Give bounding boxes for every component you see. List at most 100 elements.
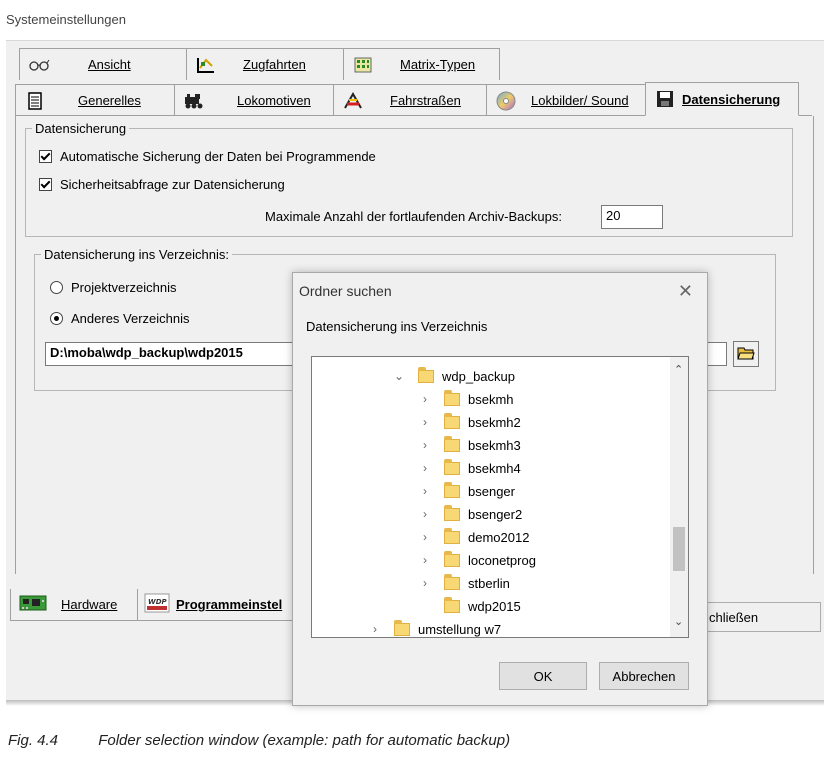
glasses-icon (28, 56, 50, 74)
chevron-right-icon[interactable]: › (370, 622, 380, 636)
radio-other-dir[interactable]: Anderes Verzeichnis (50, 311, 190, 326)
checkbox-checked[interactable] (39, 150, 52, 163)
group-title: Datensicherung (35, 121, 127, 136)
zugfahrten-icon (195, 56, 217, 74)
tree-item-label: loconetprog (468, 552, 536, 568)
tree-item[interactable]: › loconetprog (420, 549, 536, 571)
chevron-right-icon[interactable]: › (420, 392, 430, 406)
floppy-disk-icon (654, 90, 676, 108)
matrix-grid-icon (352, 56, 374, 74)
chevron-right-icon[interactable]: › (420, 530, 430, 544)
scroll-up-icon[interactable]: ⌃ (674, 363, 683, 376)
folder-icon (444, 504, 460, 521)
tab-label: Generelles (78, 93, 141, 108)
folder-icon (444, 550, 460, 567)
tab-label: Lokomotiven (237, 93, 311, 108)
tree-item-label: bsekmh4 (468, 460, 521, 476)
folder-icon (444, 481, 460, 498)
figure-number: Fig. 4.4 (8, 732, 59, 749)
group-title: Datensicherung ins Verzeichnis: (44, 247, 229, 262)
tree-item[interactable]: › bsekmh (420, 388, 514, 410)
max-backups-label: Maximale Anzahl der fortlaufenden Archiv… (265, 209, 562, 224)
folder-search-dialog: Ordner suchen ✕ Datensicherung ins Verze… (292, 272, 708, 706)
tree-item[interactable]: › bsekmh3 (420, 434, 521, 456)
chevron-right-icon[interactable]: › (420, 461, 430, 475)
tab-hardware[interactable]: Hardware (10, 589, 138, 621)
tab-label: Ansicht (88, 57, 131, 72)
radio-label: Projektverzeichnis (71, 280, 177, 295)
figure-text: Folder selection window (example: path f… (98, 732, 511, 749)
close-settings-button[interactable]: chließen (696, 602, 821, 632)
tab-programmeinstellungen[interactable]: WDP Programmeinstel (137, 589, 297, 621)
tab-zugfahrten[interactable]: Zugfahrten (186, 48, 344, 80)
tree-item[interactable]: › stberlin (420, 572, 510, 594)
tree-item-label: umstellung w7 (418, 621, 502, 637)
cancel-button[interactable]: Abbrechen (599, 662, 689, 690)
hardware-board-icon (19, 594, 47, 615)
tree-item[interactable]: › umstellung w7 (370, 618, 502, 637)
tree-scrollbar[interactable]: ⌃ ⌄ (670, 357, 688, 637)
radio-label: Anderes Verzeichnis (71, 311, 190, 326)
folder-icon (444, 596, 460, 613)
tab-fahrstrassen[interactable]: Fahrstraßen (333, 84, 487, 116)
chevron-right-icon[interactable]: › (420, 507, 430, 521)
tree-item[interactable]: › demo2012 (420, 526, 529, 548)
tree-item[interactable]: › bsenger (420, 480, 515, 502)
tree-item-label: wdp2015 (468, 598, 521, 614)
folder-icon (444, 435, 460, 452)
tab-lokomotiven[interactable]: Lokomotiven (174, 84, 334, 116)
tree-item-label: bsekmh (468, 391, 514, 407)
tree-item[interactable]: › bsekmh2 (420, 411, 521, 433)
tab-label: Fahrstraßen (390, 93, 461, 108)
tab-label: Matrix-Typen (400, 57, 476, 72)
tab-label: Programmeinstel (176, 597, 283, 612)
tree-item-label: bsenger2 (468, 506, 523, 522)
tab-lokbilder-sound[interactable]: Lokbilder/ Sound (486, 84, 646, 116)
browse-folder-button[interactable] (733, 341, 759, 367)
ok-button[interactable]: OK (499, 662, 587, 690)
tab-datensicherung[interactable]: Datensicherung (645, 82, 799, 116)
tab-matrix-typen[interactable]: Matrix-Typen (343, 48, 500, 80)
tree-item-wdp-backup[interactable]: ⌄ wdp_backup (394, 365, 515, 387)
radio-button-selected[interactable] (50, 312, 63, 325)
chevron-right-icon[interactable]: › (420, 576, 430, 590)
max-backups-input[interactable]: 20 (601, 205, 663, 229)
dialog-title: Ordner suchen (299, 283, 392, 299)
backup-query-checkbox[interactable]: Sicherheitsabfrage zur Datensicherung (39, 177, 285, 192)
chevron-right-icon[interactable]: › (420, 553, 430, 567)
dialog-description: Datensicherung ins Verzeichnis (306, 319, 488, 334)
radio-button[interactable] (50, 281, 63, 294)
folder-icon (444, 412, 460, 429)
checkbox-checked[interactable] (39, 178, 52, 191)
close-icon[interactable]: ✕ (678, 281, 693, 302)
tree-item-label: bsenger (468, 483, 515, 499)
folder-icon (394, 619, 410, 636)
svg-text:WDP: WDP (148, 598, 168, 606)
folder-tree[interactable]: ⌄ wdp_backup › bsekmh › bsekmh2 › bsekmh… (311, 356, 689, 638)
tab-ansicht[interactable]: Ansicht (19, 48, 187, 80)
tree-item-selected[interactable]: wdp2015 (420, 595, 521, 617)
open-folder-icon (737, 346, 755, 363)
auto-backup-checkbox[interactable]: Automatische Sicherung der Daten bei Pro… (39, 149, 376, 164)
tab-label: Hardware (61, 597, 118, 612)
chevron-right-icon[interactable]: › (420, 484, 430, 498)
locomotive-icon (183, 92, 205, 110)
scrollbar-thumb[interactable] (673, 527, 685, 571)
tree-item-label: stberlin (468, 575, 510, 591)
tree-item-label: demo2012 (468, 529, 530, 545)
folder-icon (444, 389, 460, 406)
chevron-right-icon[interactable]: › (420, 438, 430, 452)
folder-icon (444, 527, 460, 544)
route-icon (342, 91, 364, 110)
scroll-down-icon[interactable]: ⌄ (674, 615, 683, 628)
tab-label: Lokbilder/ Sound (531, 93, 629, 108)
tab-generelles[interactable]: Generelles (15, 84, 175, 116)
chevron-right-icon[interactable]: › (420, 415, 430, 429)
folder-icon (418, 366, 434, 383)
cd-icon (495, 91, 517, 110)
chevron-down-icon[interactable]: ⌄ (394, 369, 404, 383)
radio-project-dir[interactable]: Projektverzeichnis (50, 280, 177, 295)
document-icon (24, 91, 46, 110)
tree-item[interactable]: › bsenger2 (420, 503, 522, 525)
tree-item[interactable]: › bsekmh4 (420, 457, 521, 479)
